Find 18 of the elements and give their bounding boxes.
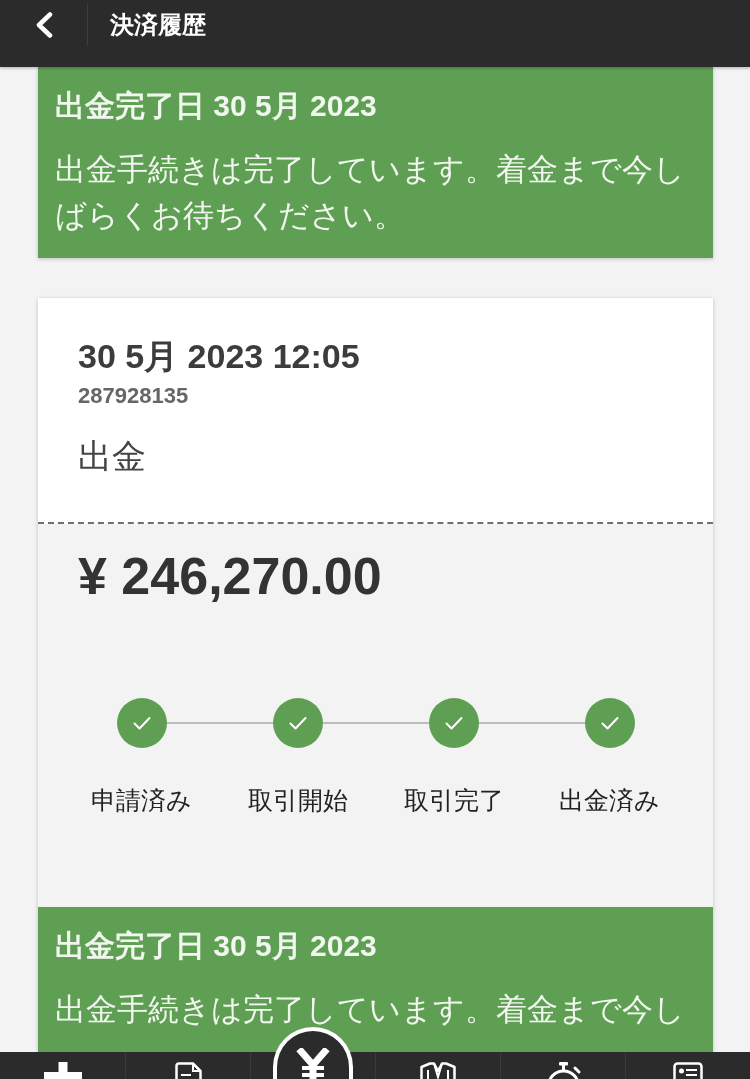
id-card-icon	[673, 1062, 703, 1079]
plus-icon	[43, 1062, 82, 1079]
step-label: 出金済み	[559, 785, 660, 815]
banner-message: 出金手続きは完了しています。着金まで今しばらくお待ちください。	[55, 151, 686, 235]
document-icon	[173, 1062, 203, 1079]
transaction-date: 30 5月 2023 12:05	[78, 336, 360, 377]
step-label: 取引開始	[247, 785, 348, 815]
yen-icon	[296, 1048, 330, 1079]
banner-message: 出金手続きは完了しています。着金まで今し	[55, 991, 686, 1029]
transaction-amount: ¥ 246,270.00	[78, 546, 382, 607]
page-title: 決済履歴	[110, 10, 206, 40]
shirt-icon	[420, 1062, 456, 1079]
transaction-id: 287928135	[78, 383, 189, 409]
step-label: 取引完了	[403, 785, 504, 815]
banner-title: 出金完了日 30 5月 2023	[55, 928, 378, 964]
banner-title: 出金完了日 30 5月 2023	[55, 88, 378, 124]
step-label: 申請済み	[91, 785, 192, 815]
transaction-type: 出金	[78, 436, 146, 477]
